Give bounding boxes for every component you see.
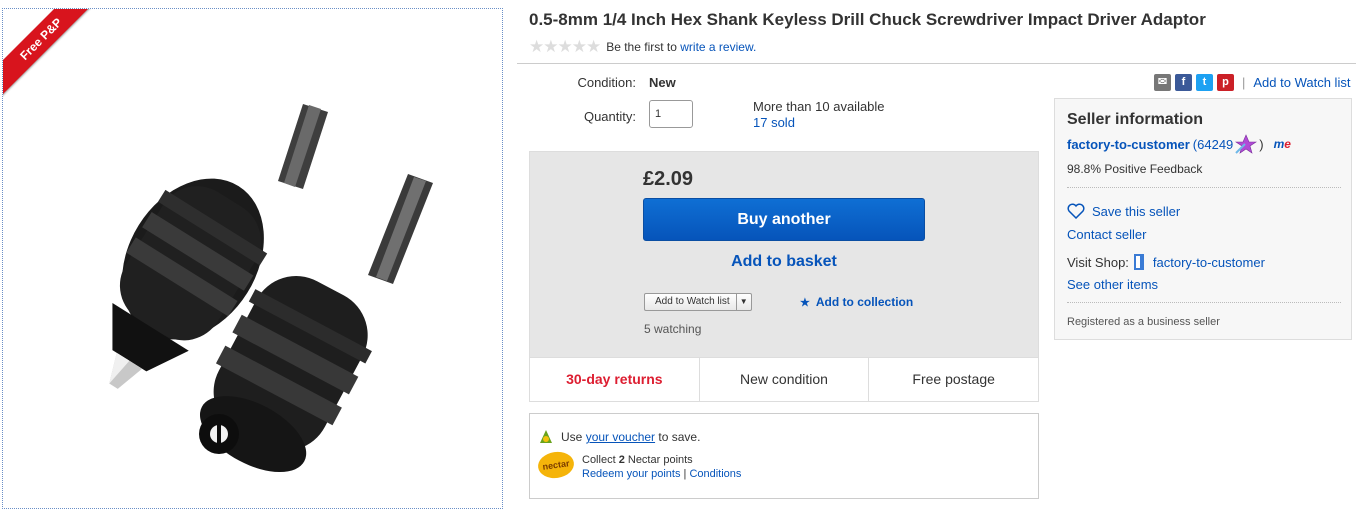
seller-divider-1 (1067, 187, 1341, 188)
condition-feature: New condition (700, 358, 870, 401)
email-icon[interactable]: ✉ (1154, 74, 1171, 91)
add-to-collection-link[interactable]: ★ Add to collection (800, 295, 913, 309)
seller-info-heading: Seller information (1067, 111, 1204, 128)
save-seller-label[interactable]: Save this seller (1092, 204, 1180, 219)
quantity-label: Quantity: (583, 109, 636, 124)
nectar-collect-suffix: Nectar points (627, 454, 693, 466)
voucher-link[interactable]: your voucher (586, 430, 655, 444)
features-strip: 30-day returns New condition Free postag… (529, 357, 1039, 402)
seller-divider-2 (1067, 302, 1341, 303)
visit-shop-row: Visit Shop: factory-to-customer (1067, 253, 1265, 271)
add-to-collection-label[interactable]: Add to collection (816, 295, 913, 309)
price: £2.09 (643, 168, 694, 190)
voucher-text: Use your voucher to save. (561, 430, 700, 444)
add-to-watch-list-link[interactable]: Add to Watch list (1253, 75, 1350, 90)
watch-list-dropdown-label[interactable]: Add to Watch list (645, 294, 737, 310)
registered-business-text: Registered as a business seller (1067, 316, 1220, 328)
postage-feature: Free postage (912, 371, 995, 387)
shop-door-icon (1133, 254, 1144, 270)
seller-name-link[interactable]: factory-to-customer (1067, 137, 1190, 152)
condition-label: Condition: (577, 75, 636, 90)
share-divider: | (1242, 75, 1246, 90)
rating-row: ★★★★★ Be the first to write a review. (529, 37, 756, 57)
chevron-down-icon[interactable]: ▼ (737, 294, 751, 310)
conditions-link[interactable]: Conditions (689, 468, 741, 480)
nectar-collect-prefix: Collect (582, 454, 616, 466)
seller-info-panel: Seller information factory-to-customer (… (1054, 98, 1352, 340)
add-to-basket-button[interactable]: Add to basket (643, 253, 925, 271)
nectar-links: Redeem your points | Conditions (582, 468, 741, 480)
star-rating-icon: ★★★★★ (529, 37, 601, 56)
voucher-icon (540, 430, 552, 443)
product-title: 0.5-8mm 1/4 Inch Hex Shank Keyless Drill… (529, 10, 1206, 29)
quantity-input[interactable]: 1 (649, 100, 693, 128)
product-image (109, 104, 433, 473)
returns-feature[interactable]: 30-day returns (530, 358, 700, 401)
me-logo-icon: me (1274, 137, 1291, 151)
facebook-icon[interactable]: f (1175, 74, 1192, 91)
positive-feedback: 98.8% Positive Feedback (1067, 162, 1203, 176)
watching-count: 5 watching (644, 322, 702, 336)
sold-count-link[interactable]: 17 sold (753, 115, 795, 130)
title-divider (517, 63, 1356, 64)
save-seller-link[interactable]: Save this seller (1067, 203, 1180, 219)
pinterest-icon[interactable]: p (1217, 74, 1234, 91)
rating-prefix: Be the first to (606, 40, 677, 54)
feedback-star-icon (1235, 134, 1258, 154)
nectar-collect-text: Collect 2 Nectar points (582, 454, 693, 466)
watch-list-dropdown[interactable]: Add to Watch list ▼ (644, 293, 752, 311)
condition-value: New (649, 75, 676, 90)
heart-icon (1067, 203, 1085, 219)
voucher-suffix: to save. (658, 430, 701, 444)
see-other-items-link[interactable]: See other items (1067, 277, 1158, 292)
share-row: ✉ f t p | Add to Watch list (1154, 74, 1350, 91)
star-icon: ★ (800, 297, 810, 309)
feedback-close-paren: ) (1259, 136, 1264, 152)
contact-seller-link[interactable]: Contact seller (1067, 227, 1146, 242)
nectar-points: 2 (618, 454, 625, 466)
nectar-separator: | (683, 468, 687, 480)
feedback-score-link[interactable]: (64249 (1193, 137, 1233, 152)
visit-shop-label: Visit Shop: (1067, 254, 1129, 270)
buy-another-button[interactable]: Buy another (643, 198, 925, 241)
redeem-points-link[interactable]: Redeem your points (582, 468, 680, 480)
seller-name-row: factory-to-customer (64249 ) me (1067, 134, 1291, 154)
availability-text: More than 10 available (753, 99, 885, 114)
voucher-prefix: Use (561, 430, 583, 444)
shop-name-link[interactable]: factory-to-customer (1153, 255, 1265, 270)
me-logo-e: e (1284, 137, 1291, 151)
me-logo-m: m (1273, 137, 1285, 151)
write-review-link[interactable]: write a review. (680, 40, 756, 54)
twitter-icon[interactable]: t (1196, 74, 1213, 91)
product-image-panel[interactable]: Free P&P (2, 8, 503, 509)
